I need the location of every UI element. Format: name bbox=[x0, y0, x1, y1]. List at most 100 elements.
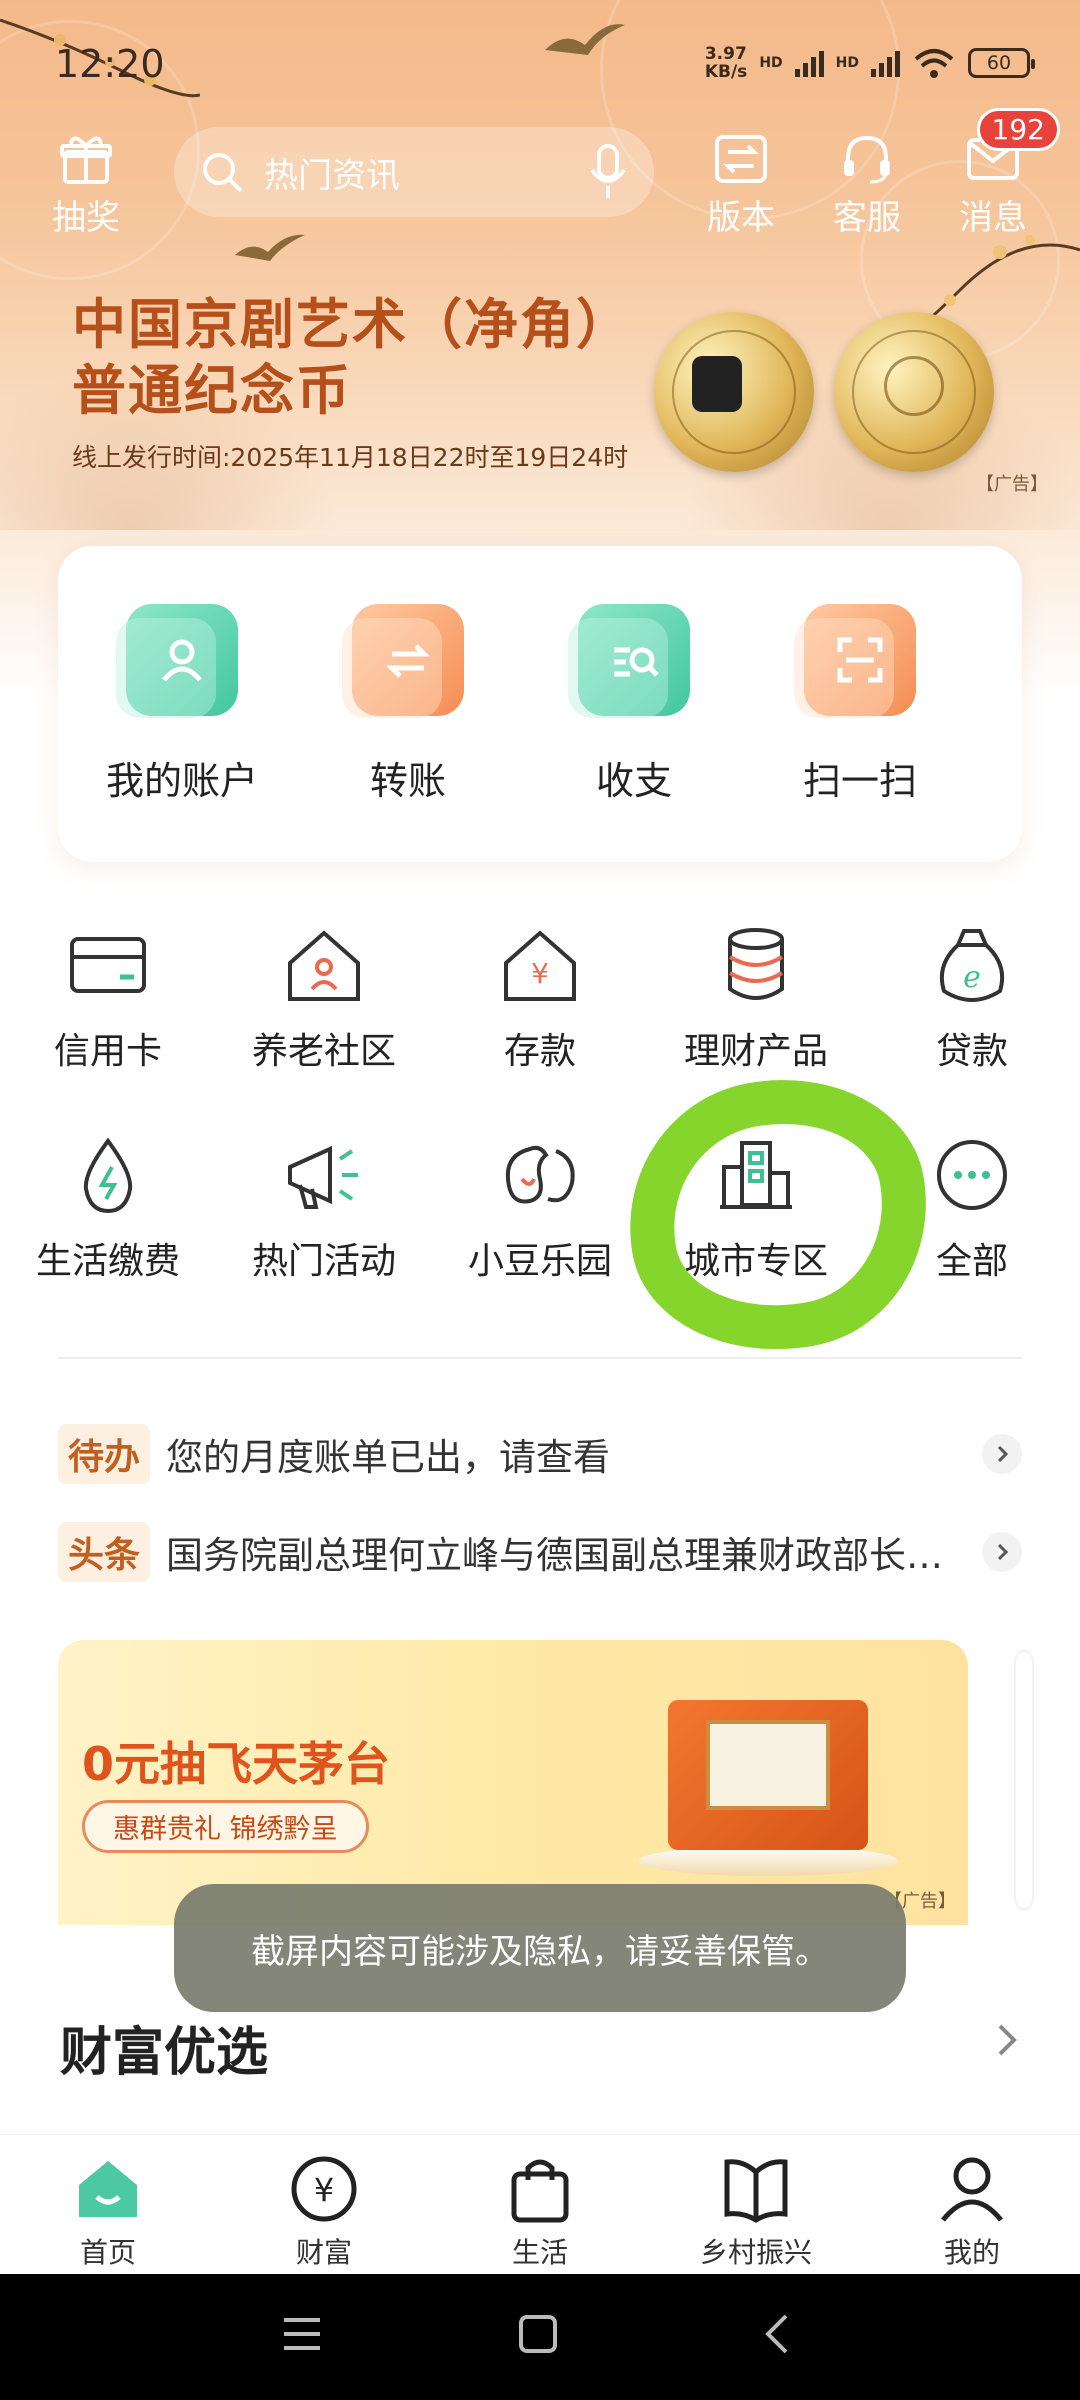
nav-profile[interactable]: 我的 bbox=[887, 2153, 1057, 2271]
back-icon[interactable] bbox=[756, 2312, 800, 2360]
search-icon bbox=[203, 153, 243, 193]
nav-rural[interactable]: 乡村振兴 bbox=[671, 2153, 841, 2271]
national-emblem-icon bbox=[884, 356, 944, 416]
status-bar: 12:20 3.97 KB/s HD HD 60 bbox=[0, 0, 1080, 130]
commemorative-coin-back[interactable] bbox=[834, 312, 994, 472]
commemorative-coin-front[interactable] bbox=[654, 312, 814, 472]
quick-action-my-account[interactable]: 我的账户 bbox=[82, 604, 282, 805]
nav-home[interactable]: 首页 bbox=[23, 2153, 193, 2271]
divider bbox=[58, 1357, 1022, 1359]
loan-icon: e bbox=[872, 920, 1072, 1010]
service-wealth-products[interactable]: 理财产品 bbox=[656, 920, 856, 1074]
promo-title-line2: 普通纪念币 bbox=[72, 359, 352, 422]
moutai-promo-banner[interactable]: 0元抽飞天茅台 惠群贵礼 锦绣黔呈 【广告】 bbox=[58, 1640, 968, 1925]
quick-action-label: 我的账户 bbox=[105, 759, 258, 803]
signal-icon bbox=[871, 49, 900, 77]
status-time: 12:20 bbox=[55, 42, 165, 86]
service-bean-park[interactable]: 小豆乐园 bbox=[440, 1130, 640, 1284]
service-label: 小豆乐园 bbox=[467, 1241, 612, 1282]
quick-action-label: 扫一扫 bbox=[802, 759, 917, 803]
search-bar[interactable]: 热门资讯 bbox=[174, 127, 654, 217]
account-icon bbox=[116, 604, 238, 718]
service-label: 信用卡 bbox=[53, 1031, 162, 1072]
scan-icon bbox=[794, 604, 916, 718]
bottom-navigation: 首页 ¥ 财富 生活 乡村振兴 我的 bbox=[0, 2134, 1080, 2274]
lottery-label: 抽奖 bbox=[52, 198, 120, 238]
gift-box-image bbox=[668, 1700, 868, 1850]
chevron-right-icon bbox=[982, 1532, 1022, 1572]
nav-label: 乡村振兴 bbox=[699, 2236, 812, 2269]
profile-icon bbox=[887, 2153, 1057, 2225]
service-loan[interactable]: e 贷款 bbox=[872, 920, 1072, 1074]
privacy-toast: 截屏内容可能涉及隐私，请妥善保管。 bbox=[174, 1884, 906, 2012]
chevron-right-icon[interactable] bbox=[992, 2020, 1022, 2064]
bean-park-icon bbox=[440, 1130, 640, 1220]
gift-icon bbox=[31, 128, 141, 190]
service-deposit[interactable]: ¥ 存款 bbox=[440, 920, 640, 1074]
messages-badge: 192 bbox=[976, 108, 1060, 151]
pension-community-icon bbox=[224, 920, 424, 1010]
service-label: 理财产品 bbox=[683, 1031, 828, 1072]
nav-label: 生活 bbox=[511, 2236, 568, 2269]
quick-action-transfer[interactable]: 转账 bbox=[308, 604, 508, 805]
svg-text:¥: ¥ bbox=[531, 957, 549, 990]
wealth-icon: ¥ bbox=[239, 2153, 409, 2225]
promo-subtitle: 线上发行时间:2025年11月18日22时至19日24时 bbox=[72, 443, 629, 472]
service-hot-activity[interactable]: 热门活动 bbox=[224, 1130, 424, 1284]
news-tag: 待办 bbox=[58, 1424, 151, 1484]
nav-wealth[interactable]: ¥ 财富 bbox=[239, 2153, 409, 2271]
credit-card-icon bbox=[8, 920, 208, 1010]
promo-title-line1: 中国京剧艺术（净角） bbox=[72, 293, 632, 356]
nav-life[interactable]: 生活 bbox=[455, 2153, 625, 2271]
utility-payment-icon bbox=[8, 1130, 208, 1220]
nav-label: 首页 bbox=[79, 2236, 136, 2269]
section-title: 财富优选 bbox=[60, 2023, 269, 2083]
todo-news-row[interactable]: 待办 您的月度账单已出，请查看 bbox=[58, 1424, 1022, 1484]
news-tag: 头条 bbox=[58, 1522, 151, 1582]
battery-icon: 60 bbox=[968, 48, 1035, 78]
hd-indicator: HD bbox=[759, 55, 783, 71]
banner-title: 0元抽飞天茅台 bbox=[82, 1737, 391, 1791]
network-speed: 3.97 KB/s bbox=[705, 45, 747, 81]
status-indicators: 3.97 KB/s HD HD 60 bbox=[705, 45, 1035, 81]
headset-icon bbox=[812, 128, 922, 190]
messages-label: 消息 bbox=[959, 198, 1027, 238]
bird-decor bbox=[235, 234, 305, 261]
headline-news-row[interactable]: 头条 国务院副总理何立峰与德国副总理兼财政部长克林拜尔举行会谈 bbox=[58, 1522, 1022, 1582]
signal-icon bbox=[794, 49, 824, 77]
menu-icon[interactable] bbox=[280, 2312, 324, 2360]
version-label: 版本 bbox=[707, 198, 775, 238]
chevron-right-icon bbox=[982, 1434, 1022, 1474]
lottery-button[interactable]: 抽奖 bbox=[31, 128, 141, 239]
service-label: 贷款 bbox=[935, 1031, 1008, 1072]
search-placeholder: 热门资讯 bbox=[264, 155, 400, 196]
next-banner-peek[interactable] bbox=[1014, 1650, 1034, 1910]
service-label: 存款 bbox=[503, 1031, 576, 1072]
promo-title[interactable]: 中国京剧艺术（净角） 普通纪念币 bbox=[72, 292, 632, 424]
life-bag-icon bbox=[455, 2153, 625, 2225]
quick-actions-card: 我的账户 转账 收支 扫一扫 bbox=[58, 546, 1022, 862]
service-credit-card[interactable]: 信用卡 bbox=[8, 920, 208, 1074]
service-label: 生活缴费 bbox=[35, 1241, 180, 1282]
version-switch-icon bbox=[686, 128, 796, 190]
news-text: 您的月度账单已出，请查看 bbox=[166, 1436, 611, 1479]
network-speed-unit: KB/s bbox=[704, 62, 748, 82]
deposit-icon: ¥ bbox=[440, 920, 640, 1010]
wifi-icon bbox=[914, 49, 954, 78]
service-pension-community[interactable]: 养老社区 bbox=[224, 920, 424, 1074]
home-square-icon[interactable] bbox=[516, 2312, 560, 2360]
ad-tag: 【广告】 bbox=[976, 474, 1048, 495]
quick-action-scan[interactable]: 扫一扫 bbox=[760, 604, 960, 805]
microphone-icon[interactable] bbox=[588, 144, 628, 200]
quick-action-income-expense[interactable]: 收支 bbox=[534, 604, 734, 805]
customer-service-button[interactable]: 客服 bbox=[812, 128, 922, 239]
hd-indicator: HD bbox=[835, 55, 859, 71]
messages-button[interactable]: 192 消息 bbox=[938, 108, 1060, 239]
opera-mask-icon bbox=[692, 356, 742, 412]
svg-text:¥: ¥ bbox=[314, 2171, 334, 2209]
version-button[interactable]: 版本 bbox=[686, 128, 796, 239]
customer-service-label: 客服 bbox=[833, 198, 901, 238]
nav-label: 我的 bbox=[943, 2236, 1000, 2269]
service-utility-payment[interactable]: 生活缴费 bbox=[8, 1130, 208, 1284]
rural-book-icon bbox=[671, 2153, 841, 2225]
